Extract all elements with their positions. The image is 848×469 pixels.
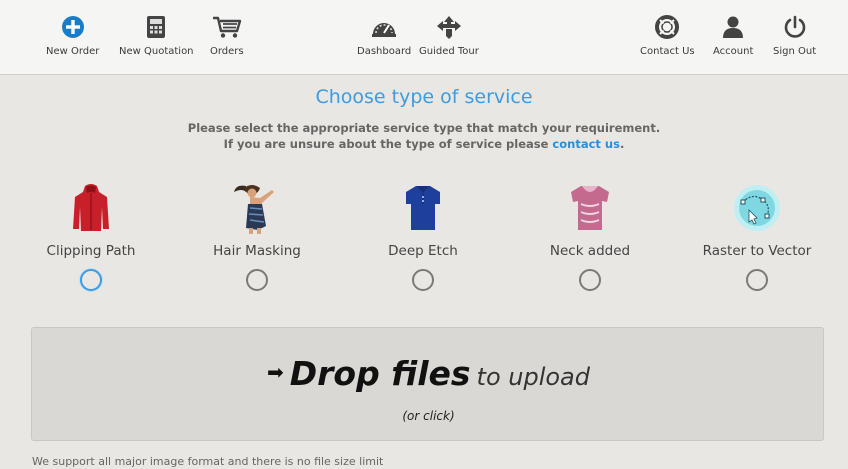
service-deep-etch[interactable]: Deep Etch (348, 180, 498, 291)
power-icon (780, 12, 810, 42)
calculator-icon (141, 12, 171, 42)
or-click-text: (or click) (402, 409, 455, 423)
contact-us-link[interactable]: contact us (552, 137, 620, 151)
nav-dashboard[interactable]: Dashboard (357, 12, 411, 57)
page-title: Choose type of service (315, 86, 533, 108)
to-upload-text: to upload (476, 363, 590, 391)
service-label: Deep Etch (388, 243, 458, 259)
drop-files-text: Drop files (289, 354, 471, 393)
nav-dashboard-label: Dashboard (357, 46, 412, 57)
support-lifebuoy-icon (652, 12, 682, 42)
arrow-right-icon: ➡ (267, 360, 284, 384)
service-label: Raster to Vector (702, 243, 812, 259)
nav-sign-out[interactable]: Sign Out (773, 12, 816, 57)
nav-guided-tour-label: Guided Tour (419, 46, 479, 57)
vector-path-icon (729, 180, 785, 236)
cart-icon (212, 12, 242, 42)
top-navigation-bar: New Order New Quotation Orders Dashboard… (0, 0, 848, 75)
dashboard-gauge-icon (369, 12, 399, 42)
nav-new-quotation[interactable]: New Quotation (119, 12, 194, 57)
service-clipping-path[interactable]: Clipping Path (16, 180, 166, 291)
pink-tshirt-icon (562, 180, 618, 236)
instructions-line-2-text: If you are unsure about the type of serv… (223, 137, 553, 151)
supported-formats-note: We support all major image format and th… (32, 455, 384, 468)
service-radio[interactable] (579, 269, 601, 291)
service-neck-added[interactable]: Neck added (515, 180, 665, 291)
service-label: Hair Masking (213, 243, 301, 259)
service-radio[interactable] (746, 269, 768, 291)
nav-sign-out-label: Sign Out (773, 46, 817, 57)
instructions-line-2-suffix: . (619, 137, 625, 151)
nav-new-order[interactable]: New Order (46, 12, 99, 57)
instructions-line-2: If you are unsure about the type of serv… (0, 137, 848, 151)
instructions-line-1: Please select the appropriate service ty… (187, 121, 661, 135)
nav-guided-tour[interactable]: Guided Tour (419, 12, 479, 57)
nav-new-quotation-label: New Quotation (119, 46, 194, 57)
woman-hair-icon (229, 180, 285, 236)
user-icon (718, 12, 748, 42)
service-label: Neck added (549, 243, 631, 259)
nav-orders[interactable]: Orders (210, 12, 244, 57)
service-radio[interactable] (246, 269, 268, 291)
file-drop-zone[interactable]: ➡ Drop files to upload (or click) (31, 327, 824, 441)
nav-contact-us-label: Contact Us (640, 46, 695, 57)
drop-headline: ➡ Drop files to upload (32, 354, 825, 393)
nav-contact-us[interactable]: Contact Us (640, 12, 695, 57)
nav-account-label: Account (713, 46, 754, 57)
nav-orders-label: Orders (210, 46, 244, 57)
service-radio-selected[interactable] (80, 269, 102, 291)
plus-circle-icon (58, 12, 88, 42)
nav-account[interactable]: Account (713, 12, 753, 57)
service-label: Clipping Path (46, 243, 136, 259)
nav-new-order-label: New Order (46, 46, 100, 57)
red-jacket-icon (63, 180, 119, 236)
service-hair-masking[interactable]: Hair Masking (182, 180, 332, 291)
service-radio[interactable] (412, 269, 434, 291)
blue-polo-shirt-icon (395, 180, 451, 236)
guided-tour-arrows-icon (434, 12, 464, 42)
service-raster-to-vector[interactable]: Raster to Vector (682, 180, 832, 291)
